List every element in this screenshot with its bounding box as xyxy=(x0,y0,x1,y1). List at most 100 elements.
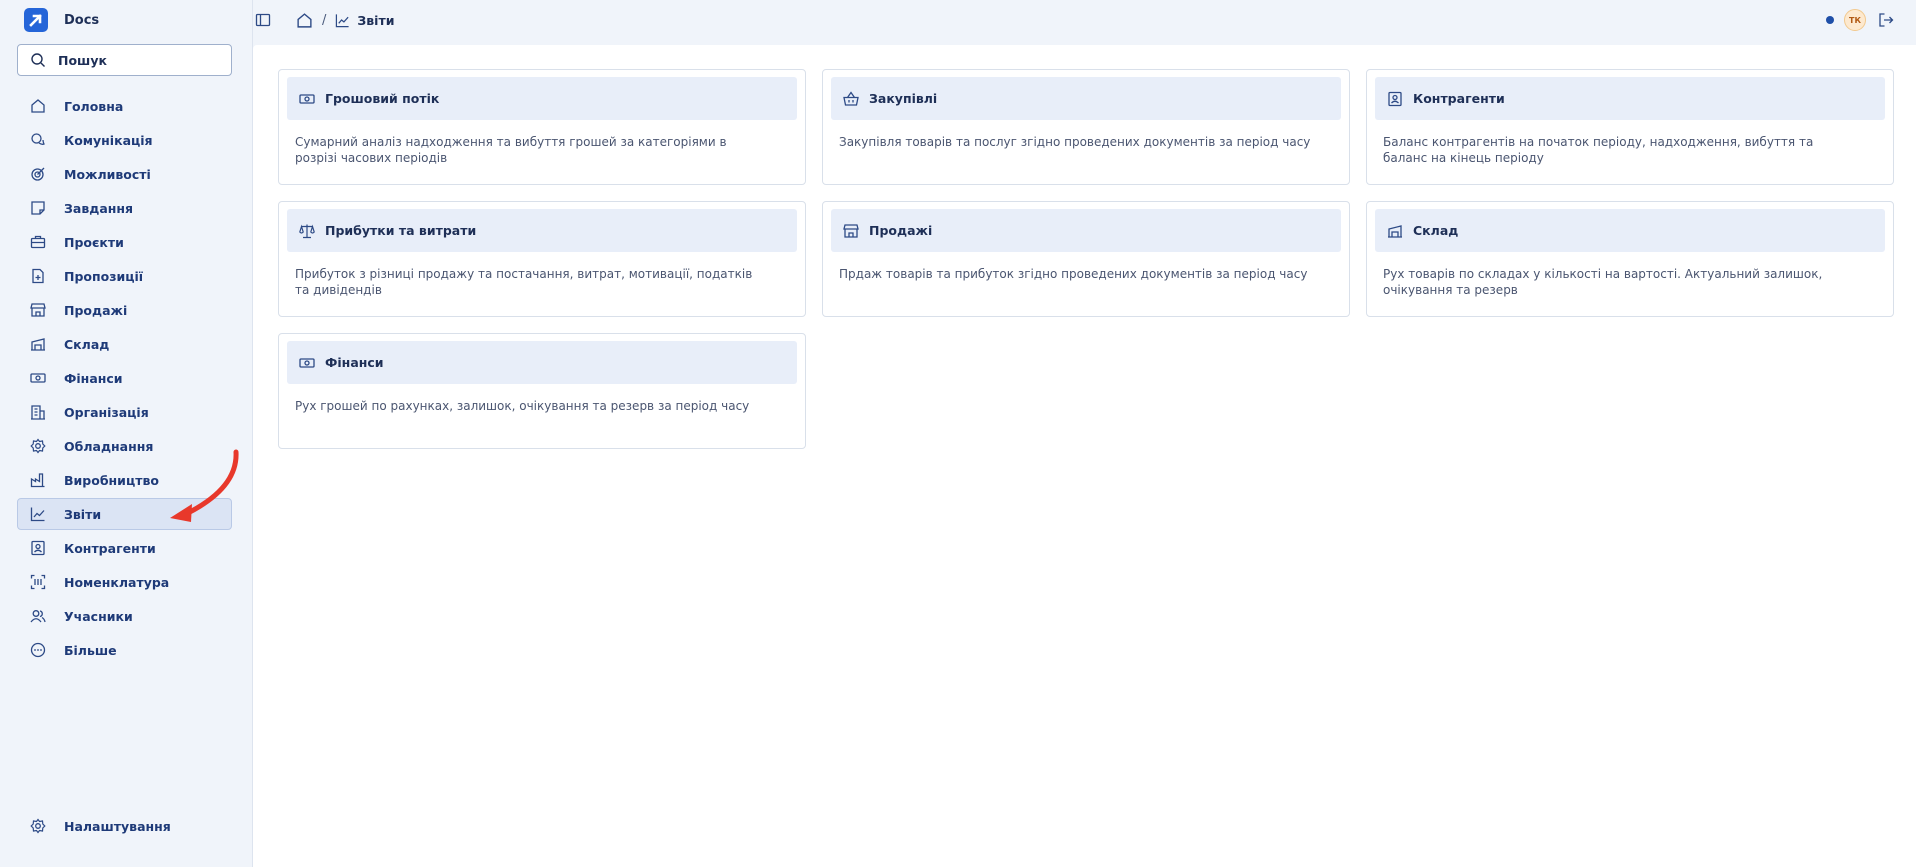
home-icon[interactable] xyxy=(296,12,313,29)
banknote-icon xyxy=(30,370,46,386)
sidebar-item-organization[interactable]: Організація xyxy=(17,396,232,428)
card-title: Контрагенти xyxy=(1413,91,1505,106)
card-header: Закупівлі xyxy=(831,77,1341,120)
report-card-profit-and-loss[interactable]: Прибутки та витрати Прибуток з різниці п… xyxy=(278,201,806,317)
sidebar-item-label: Номенклатура xyxy=(64,574,170,590)
sidebar-item-label: Контрагенти xyxy=(64,540,156,556)
sidebar-item-label: Фінанси xyxy=(64,370,123,386)
report-card-purchases[interactable]: Закупівлі Закупівля товарів та послуг зг… xyxy=(822,69,1350,185)
scale-icon xyxy=(299,223,315,239)
settings-section: Налаштування xyxy=(17,810,232,844)
card-description: Прдаж товарів та прибуток згідно проведе… xyxy=(839,267,1308,281)
sidebar-item-label: Обладнання xyxy=(64,438,154,454)
card-header: Продажі xyxy=(831,209,1341,252)
card-header: Фінанси xyxy=(287,341,797,384)
report-card-warehouse[interactable]: Склад Рух товарів по складах у кількості… xyxy=(1366,201,1894,317)
sidebar-item-settings[interactable]: Налаштування xyxy=(17,810,232,842)
card-title: Закупівлі xyxy=(869,91,938,106)
sidebar-item-nomenclature[interactable]: Номенклатура xyxy=(17,566,232,598)
sidebar-item-label: Завдання xyxy=(64,200,134,216)
sidebar-item-participants[interactable]: Учасники xyxy=(17,600,232,632)
brand[interactable]: Docs xyxy=(24,8,99,32)
sidebar-item-reports[interactable]: Звіти xyxy=(17,498,232,530)
card-header: Грошовий потік xyxy=(287,77,797,120)
sidebar-item-label: Продажі xyxy=(64,302,128,318)
gear-icon xyxy=(30,818,46,834)
breadcrumb: / Звіти xyxy=(296,10,394,30)
sidebar-item-counterparties[interactable]: Контрагенти xyxy=(17,532,232,564)
card-description: Рух товарів по складах у кількості на ва… xyxy=(1383,267,1823,297)
sidebar-item-label: Налаштування xyxy=(64,818,171,834)
sidebar-item-opportunities[interactable]: Можливості xyxy=(17,158,232,190)
sidebar-item-home[interactable]: Головна xyxy=(17,90,232,122)
warehouse-icon xyxy=(30,336,46,352)
gear-icon xyxy=(30,438,46,454)
breadcrumb-separator: / xyxy=(322,12,327,28)
sidebar-item-equipment[interactable]: Обладнання xyxy=(17,430,232,462)
banknote-icon xyxy=(299,355,315,371)
card-description: Баланс контрагентів на початок періоду, … xyxy=(1383,135,1814,165)
file-plus-icon xyxy=(30,268,46,284)
avatar[interactable]: ТК xyxy=(1844,9,1866,31)
sidebar-item-label: Головна xyxy=(64,98,124,114)
report-card-sales[interactable]: Продажі Прдаж товарів та прибуток згідно… xyxy=(822,201,1350,317)
chat-icon xyxy=(30,132,46,148)
sidebar-item-production[interactable]: Виробництво xyxy=(17,464,232,496)
banknote-icon xyxy=(299,91,315,107)
building-icon xyxy=(30,404,46,420)
users-icon xyxy=(30,608,46,624)
sidebar-toggle-icon[interactable] xyxy=(255,12,271,28)
sidebar-item-label: Організація xyxy=(64,404,149,420)
card-header: Контрагенти xyxy=(1375,77,1885,120)
tasks-icon xyxy=(30,200,46,216)
sidebar-item-proposals[interactable]: Пропозиції xyxy=(17,260,232,292)
card-description: Закупівля товарів та послуг згідно прове… xyxy=(839,135,1311,149)
search-input[interactable]: Пошук xyxy=(17,44,232,76)
sidebar-item-more[interactable]: Більше xyxy=(17,634,232,666)
report-card-finance[interactable]: Фінанси Рух грошей по рахунках, залишок,… xyxy=(278,333,806,449)
card-title: Продажі xyxy=(869,223,933,238)
docs-logo-icon xyxy=(24,8,48,32)
factory-icon xyxy=(30,472,46,488)
sidebar-item-label: Пропозиції xyxy=(64,268,144,284)
logout-icon[interactable] xyxy=(1878,12,1894,28)
search-icon xyxy=(30,52,46,68)
card-description: Сумарний аналіз надходження та вибуття г… xyxy=(295,135,727,165)
sidebar-item-communication[interactable]: Комунікація xyxy=(17,124,232,156)
card-title: Фінанси xyxy=(325,355,384,370)
sidebar-item-label: Склад xyxy=(64,336,110,352)
sidebar-item-tasks[interactable]: Завдання xyxy=(17,192,232,224)
sidebar-item-label: Звіти xyxy=(64,506,102,522)
app-name: Docs xyxy=(64,12,100,28)
chart-line-icon xyxy=(30,506,46,522)
contact-icon xyxy=(1387,91,1403,107)
sidebar-item-warehouse[interactable]: Склад xyxy=(17,328,232,360)
sidebar-nav: Головна Комунікація Можливості Завдання … xyxy=(17,90,232,668)
report-card-counterparties[interactable]: Контрагенти Баланс контрагентів на почат… xyxy=(1366,69,1894,185)
sidebar-item-finance[interactable]: Фінанси xyxy=(17,362,232,394)
briefcase-icon xyxy=(30,234,46,250)
main-content: Грошовий потік Сумарний аналіз надходжен… xyxy=(253,45,1916,867)
sidebar: Docs Пошук Головна Комунікація Можливост… xyxy=(0,0,253,867)
card-title: Прибутки та витрати xyxy=(325,223,477,238)
topbar: / Звіти ТК xyxy=(253,0,1916,40)
card-description: Прибуток з різниці продажу та постачання… xyxy=(295,267,753,297)
target-icon xyxy=(30,166,46,182)
sidebar-item-label: Виробництво xyxy=(64,472,159,488)
more-icon xyxy=(30,642,46,658)
report-card-cash-flow[interactable]: Грошовий потік Сумарний аналіз надходжен… xyxy=(278,69,806,185)
search-placeholder: Пошук xyxy=(58,52,107,68)
chart-line-icon xyxy=(335,13,350,28)
home-icon xyxy=(30,98,46,114)
breadcrumb-current: Звіти xyxy=(357,12,395,28)
store-icon xyxy=(30,302,46,318)
card-description: Рух грошей по рахунках, залишок, очікува… xyxy=(295,399,750,413)
basket-icon xyxy=(843,90,859,107)
reports-grid: Грошовий потік Сумарний аналіз надходжен… xyxy=(278,69,1894,449)
sidebar-item-projects[interactable]: Проєкти xyxy=(17,226,232,258)
sidebar-item-label: Більше xyxy=(64,642,117,658)
sidebar-item-sales[interactable]: Продажі xyxy=(17,294,232,326)
barcode-icon xyxy=(30,574,46,590)
contact-icon xyxy=(30,540,46,556)
card-title: Склад xyxy=(1413,223,1459,238)
